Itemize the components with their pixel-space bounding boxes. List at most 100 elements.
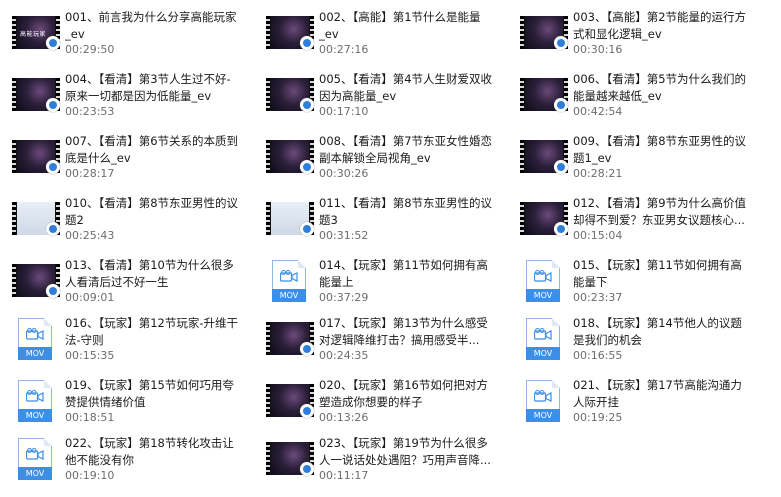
file-item[interactable]: 009、【看清】第8节东亚男性的议 题1_ev 00:28:21: [508, 127, 758, 183]
file-item[interactable]: 002、【高能】第1节什么是能量 _ev 00:27:16: [254, 3, 504, 59]
player-badge-icon: [46, 222, 60, 236]
file-name-line2: 塑造成你想要的样子: [319, 395, 423, 409]
file-duration: 00:09:01: [65, 291, 115, 304]
mov-file-icon: MOV: [520, 258, 568, 302]
video-thumbnail: [266, 196, 314, 240]
mov-label: MOV: [18, 409, 52, 422]
file-name-line1: 016、【玩家】第12节玩家-升维干: [65, 316, 238, 330]
file-item[interactable]: 010、【看清】第8节东亚男性的议 题2 00:25:43: [0, 189, 250, 245]
file-item[interactable]: 007、【看清】第6节关系的本质到 底是什么_ev 00:28:17: [0, 127, 250, 183]
mov-document-icon: MOV: [526, 318, 560, 360]
file-duration: 00:17:10: [319, 105, 369, 118]
file-name: 007、【看清】第6节关系的本质到 底是什么_ev: [65, 133, 250, 167]
file-item[interactable]: 高能玩家 001、前言我为什么分享高能玩家 _ev 00:29:50: [0, 3, 250, 59]
player-badge-icon: [46, 284, 60, 298]
file-item[interactable]: 003、【高能】第2节能量的运行方 式和显化逻辑_ev 00:30:16: [508, 3, 758, 59]
file-duration: 00:24:35: [319, 349, 369, 362]
file-name: 014、【玩家】第11节如何拥有高 能量上: [319, 257, 504, 291]
mov-document-icon: MOV: [272, 260, 306, 302]
file-item[interactable]: 023、【玩家】第19节为什么很多 人一说话处处遇阻？巧用声音降... 00:11:…: [254, 429, 504, 485]
file-name-line2: 人际开挂: [573, 395, 619, 409]
file-name-line1: 018、【玩家】第14节他人的议题: [573, 316, 742, 330]
file-name-line1: 008、【看清】第7节东亚女性婚恋: [319, 134, 493, 148]
file-name-line2: 人一说话处处遇阻？巧用声音降...: [319, 453, 491, 467]
file-duration: 00:30:26: [319, 167, 369, 180]
file-item[interactable]: MOV 019、【玩家】第15节如何巧用夸 赞提供情绪价值 00:18:51: [0, 371, 250, 427]
file-item[interactable]: 005、【看清】第4节人生财爱双收 因为高能量_ev 00:17:10: [254, 65, 504, 121]
file-name-line2: 能量上: [319, 275, 354, 289]
file-name-line1: 021、【玩家】第17节高能沟通力: [573, 378, 742, 392]
file-item[interactable]: MOV 022、【玩家】第18节转化攻击让 他不能没有你 00:19:10: [0, 429, 250, 485]
file-name-line2: 赞提供情绪价值: [65, 395, 146, 409]
file-item[interactable]: 004、【看清】第3节人生过不好- 原来一切都是因为低能量_ev 00:23:53: [0, 65, 250, 121]
file-name: 023、【玩家】第19节为什么很多 人一说话处处遇阻？巧用声音降...: [319, 435, 504, 469]
file-item[interactable]: MOV 014、【玩家】第11节如何拥有高 能量上 00:37:29: [254, 251, 504, 307]
file-duration: 00:28:21: [573, 167, 623, 180]
file-duration: 00:16:55: [573, 349, 623, 362]
file-name-line1: 011、【看清】第8节东亚男性的议: [319, 196, 493, 210]
player-badge-icon: [300, 222, 314, 236]
file-name-line2: 法-守则: [65, 333, 104, 347]
file-name-line1: 003、【高能】第2节能量的运行方: [573, 10, 747, 24]
file-name-line2: 副本解锁全局视角_ev: [319, 151, 431, 165]
file-duration: 00:19:10: [65, 469, 115, 482]
player-badge-icon: [300, 36, 314, 50]
file-name: 020、【玩家】第16节如何把对方 塑造成你想要的样子: [319, 377, 504, 411]
player-badge-icon: [300, 160, 314, 174]
file-name-line1: 010、【看清】第8节东亚男性的议: [65, 196, 239, 210]
file-item[interactable]: 011、【看清】第8节东亚男性的议 题3 00:31:52: [254, 189, 504, 245]
video-thumbnail: [266, 134, 314, 178]
file-name-line2: _ev: [319, 27, 339, 41]
file-name-line1: 002、【高能】第1节什么是能量: [319, 10, 481, 24]
file-name-line1: 005、【看清】第4节人生财爱双收: [319, 72, 493, 86]
file-item[interactable]: 006、【看清】第5节为什么我们的 能量越来越低_ev 00:42:54: [508, 65, 758, 121]
file-item[interactable]: 008、【看清】第7节东亚女性婚恋 副本解锁全局视角_ev 00:30:26: [254, 127, 504, 183]
file-name-line2: 原来一切都是因为低能量_ev: [65, 89, 212, 103]
file-item[interactable]: MOV 016、【玩家】第12节玩家-升维干 法-守则 00:15:35: [0, 309, 250, 365]
file-name: 011、【看清】第8节东亚男性的议 题3: [319, 195, 504, 229]
file-name: 016、【玩家】第12节玩家-升维干 法-守则: [65, 315, 250, 349]
file-name-line2: 题2: [65, 213, 84, 227]
file-name-line1: 022、【玩家】第18节转化攻击让: [65, 436, 234, 450]
player-badge-icon: [46, 98, 60, 112]
file-grid: 高能玩家 001、前言我为什么分享高能玩家 _ev 00:29:50 002、【高能】第…: [0, 0, 781, 497]
file-name-line1: 023、【玩家】第19节为什么很多: [319, 436, 488, 450]
camera-icon: [534, 328, 552, 340]
file-item[interactable]: 013、【看清】第10节为什么很多 人看清后过不好一生 00:09:01: [0, 251, 250, 307]
file-item[interactable]: MOV 021、【玩家】第17节高能沟通力 人际开挂 00:19:25: [508, 371, 758, 427]
player-badge-icon: [554, 160, 568, 174]
video-thumbnail: [520, 196, 568, 240]
player-badge-icon: [554, 36, 568, 50]
mov-label: MOV: [526, 409, 560, 422]
mov-document-icon: MOV: [18, 438, 52, 480]
file-item[interactable]: 017、【玩家】第13节为什么感受 对逻辑降维打击？搞用感受半... 00:24:3…: [254, 309, 504, 365]
file-duration: 00:31:52: [319, 229, 369, 242]
file-item[interactable]: 020、【玩家】第16节如何把对方 塑造成你想要的样子 00:13:26: [254, 371, 504, 427]
file-item[interactable]: MOV 018、【玩家】第14节他人的议题 是我们的机会 00:16:55: [508, 309, 758, 365]
file-name: 006、【看清】第5节为什么我们的 能量越来越低_ev: [573, 71, 758, 105]
file-duration: 00:15:35: [65, 349, 115, 362]
file-duration: 00:23:53: [65, 105, 115, 118]
file-name-line2: 他不能没有你: [65, 453, 134, 467]
video-thumbnail: [266, 316, 314, 360]
file-duration: 00:30:16: [573, 43, 623, 56]
file-duration: 00:27:16: [319, 43, 369, 56]
file-name-line1: 014、【玩家】第11节如何拥有高: [319, 258, 488, 272]
file-name: 012、【看清】第9节为什么高价值 却得不到爱？东亚男女议题核心...: [573, 195, 758, 229]
file-name: 013、【看清】第10节为什么很多 人看清后过不好一生: [65, 257, 250, 291]
file-duration: 00:23:37: [573, 291, 623, 304]
file-name: 008、【看清】第7节东亚女性婚恋 副本解锁全局视角_ev: [319, 133, 504, 167]
player-badge-icon: [46, 36, 60, 50]
file-name-line2: 因为高能量_ev: [319, 89, 397, 103]
file-name-line1: 019、【玩家】第15节如何巧用夸: [65, 378, 234, 392]
player-badge-icon: [300, 342, 314, 356]
video-thumbnail: [12, 258, 60, 302]
file-item[interactable]: 012、【看清】第9节为什么高价值 却得不到爱？东亚男女议题核心... 00:15:…: [508, 189, 758, 245]
file-name-line1: 012、【看清】第9节为什么高价值: [573, 196, 747, 210]
file-duration: 00:15:04: [573, 229, 623, 242]
mov-document-icon: MOV: [18, 318, 52, 360]
file-duration: 00:11:17: [319, 469, 369, 482]
video-thumbnail: 高能玩家: [12, 10, 60, 54]
video-thumbnail: [266, 10, 314, 54]
file-item[interactable]: MOV 015、【玩家】第11节如何拥有高 能量下 00:23:37: [508, 251, 758, 307]
